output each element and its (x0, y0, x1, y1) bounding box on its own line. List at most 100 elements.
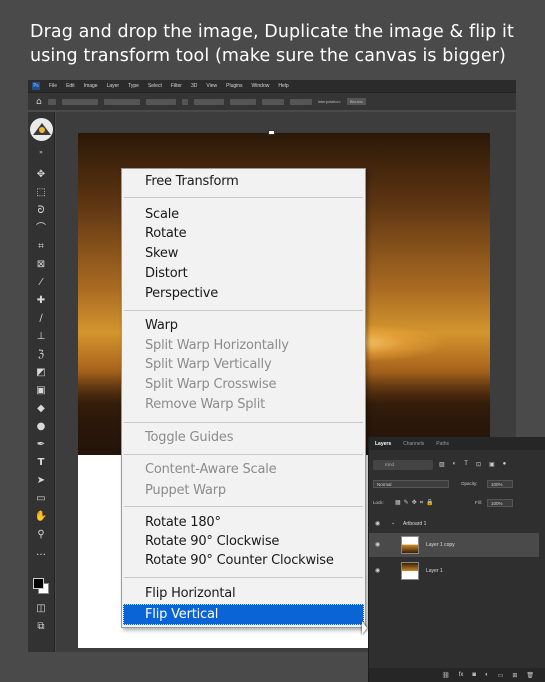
menu-separator (124, 197, 363, 198)
opacity-field[interactable]: 100% (487, 480, 513, 488)
new-layer-icon[interactable]: ⊞ (512, 672, 517, 679)
blur-icon[interactable]: ◆ (33, 402, 49, 416)
layer-kind-filter[interactable]: Kind (373, 460, 433, 470)
menu-3d[interactable]: 3D (191, 83, 197, 89)
menu-item-scale[interactable]: Scale (145, 206, 179, 224)
menu-separator (124, 577, 363, 578)
menu-help[interactable]: Help (278, 83, 288, 89)
link-icon[interactable] (181, 98, 188, 105)
menu-item-flip-horizontal[interactable]: Flip Horizontal (145, 585, 236, 603)
menu-view[interactable]: View (206, 83, 217, 89)
crop-icon[interactable]: ⌗ (33, 240, 49, 254)
menu-type[interactable]: Type (128, 83, 139, 89)
menu-item-warp[interactable]: Warp (145, 317, 178, 335)
menu-edit[interactable]: Edit (66, 83, 75, 89)
shape-filter-icon[interactable]: ⊡ (476, 461, 481, 468)
filter-toggle-icon[interactable]: ● (503, 461, 507, 468)
menu-item-rotate[interactable]: Rotate (145, 225, 187, 243)
eye-icon[interactable]: ◉ (375, 541, 380, 548)
menu-item-rotate-90-ccw[interactable]: Rotate 90° Counter Clockwise (145, 552, 334, 570)
menu-window[interactable]: Window (252, 83, 270, 89)
menu-item-remove-warp-split: Remove Warp Split (145, 397, 266, 412)
collapse-icon[interactable]: » (33, 146, 49, 160)
menu-item-rotate-90-cw[interactable]: Rotate 90° Clockwise (145, 533, 279, 551)
x-position-field[interactable] (61, 98, 98, 105)
layers-panel: Layers Channels Paths Kind ▨ ◐ T ⊡ ▣ ● N… (368, 437, 545, 682)
more-icon[interactable]: … (33, 546, 49, 560)
pen-icon[interactable]: ✒ (33, 438, 49, 452)
type-icon[interactable]: T (33, 456, 49, 470)
eye-icon[interactable]: ◉ (375, 567, 380, 574)
tab-layers[interactable]: Layers (375, 441, 391, 447)
group-icon[interactable]: ▭ (498, 672, 504, 679)
type-filter-icon[interactable]: T (464, 461, 468, 468)
menu-bar: Ps File Edit Image Layer Type Select Fil… (28, 80, 516, 92)
menu-item-rotate-180[interactable]: Rotate 180° (145, 514, 221, 532)
zoom-icon[interactable]: ⚲ (33, 528, 49, 542)
menu-select[interactable]: Select (148, 83, 162, 89)
smart-filter-icon[interactable]: ▣ (489, 461, 495, 468)
layer-row[interactable]: ◉ Layer 1 (369, 559, 539, 583)
hand-icon[interactable]: ✋ (33, 510, 49, 524)
width-field[interactable] (145, 98, 176, 105)
healing-icon[interactable]: ✚ (33, 294, 49, 308)
angle-field[interactable] (229, 98, 256, 105)
quick-mask-icon[interactable]: ◫ (33, 602, 49, 616)
fx-icon[interactable]: fx (459, 672, 464, 678)
interpolation-label: Interpolation: (317, 99, 341, 104)
lock-label: Lock: (373, 500, 384, 505)
adjustment-filter-icon[interactable]: ◐ (453, 461, 457, 468)
y-position-field[interactable] (103, 98, 140, 105)
chevron-down-icon[interactable]: ⌄ (391, 520, 395, 526)
transform-handle[interactable] (268, 130, 275, 135)
blend-mode-select[interactable]: Normal (373, 480, 449, 488)
menu-item-free-transform[interactable]: Free Transform (145, 173, 239, 191)
screen-mode-icon[interactable]: ⧉ (33, 620, 49, 634)
eye-icon[interactable]: ◉ (375, 520, 380, 527)
home-icon[interactable]: ⌂ (36, 97, 42, 107)
brush-icon[interactable]: ∕ (33, 312, 49, 326)
move-icon[interactable]: ✥ (33, 168, 49, 182)
adjustment-icon[interactable]: ◐ (485, 672, 489, 678)
lock-icons[interactable]: ▦✎✥⌗🔒 (395, 499, 437, 507)
transform-preset-icon[interactable] (47, 98, 56, 105)
menu-file[interactable]: File (49, 83, 57, 89)
fill-field[interactable]: 100% (487, 499, 513, 507)
pixel-filter-icon[interactable]: ▨ (439, 461, 445, 468)
quick-select-icon[interactable]: ⌒ (33, 222, 49, 236)
foreground-color-swatch[interactable] (33, 578, 44, 589)
history-brush-icon[interactable]: ℨ (33, 348, 49, 362)
h-skew-field[interactable] (261, 98, 284, 105)
link-icon[interactable]: ⛓ (442, 672, 450, 679)
frame-icon[interactable]: ⊠ (33, 258, 49, 272)
options-bar: ⌂ Interpolation: Bicubic (28, 92, 516, 110)
v-skew-field[interactable] (289, 98, 312, 105)
menu-plugins[interactable]: Plugins (226, 83, 242, 89)
eyedropper-icon[interactable]: ⁄ (33, 276, 49, 290)
menu-separator (124, 422, 363, 423)
dodge-icon[interactable]: ● (33, 420, 49, 434)
menu-layer[interactable]: Layer (107, 83, 120, 89)
marquee-icon[interactable]: ⬚ (33, 186, 49, 200)
interpolation-select[interactable]: Bicubic (346, 98, 366, 105)
stamp-icon[interactable]: ⊥ (33, 330, 49, 344)
menu-item-skew[interactable]: Skew (145, 245, 178, 263)
tab-paths[interactable]: Paths (436, 441, 449, 447)
mask-icon[interactable]: ◙ (472, 672, 476, 678)
height-field[interactable] (193, 98, 224, 105)
menu-filter[interactable]: Filter (171, 83, 182, 89)
layer-thumbnail (401, 536, 419, 554)
menu-item-flip-vertical[interactable]: Flip Vertical (145, 606, 218, 624)
tab-channels[interactable]: Channels (403, 441, 424, 447)
eraser-icon[interactable]: ◩ (33, 366, 49, 380)
rectangle-icon[interactable]: ▭ (33, 492, 49, 506)
gradient-icon[interactable]: ▣ (33, 384, 49, 398)
menu-item-perspective[interactable]: Perspective (145, 285, 218, 303)
lasso-icon[interactable]: ᘐ (33, 204, 49, 218)
artboard-row[interactable]: ◉ ⌄ Artboard 1 (369, 515, 539, 533)
menu-image[interactable]: Image (84, 83, 98, 89)
layer-row-selected[interactable]: ◉ Layer 1 copy (369, 533, 539, 557)
trash-icon[interactable]: 🗑 (526, 672, 534, 679)
path-select-icon[interactable]: ➤ (33, 474, 49, 488)
menu-item-distort[interactable]: Distort (145, 265, 188, 283)
